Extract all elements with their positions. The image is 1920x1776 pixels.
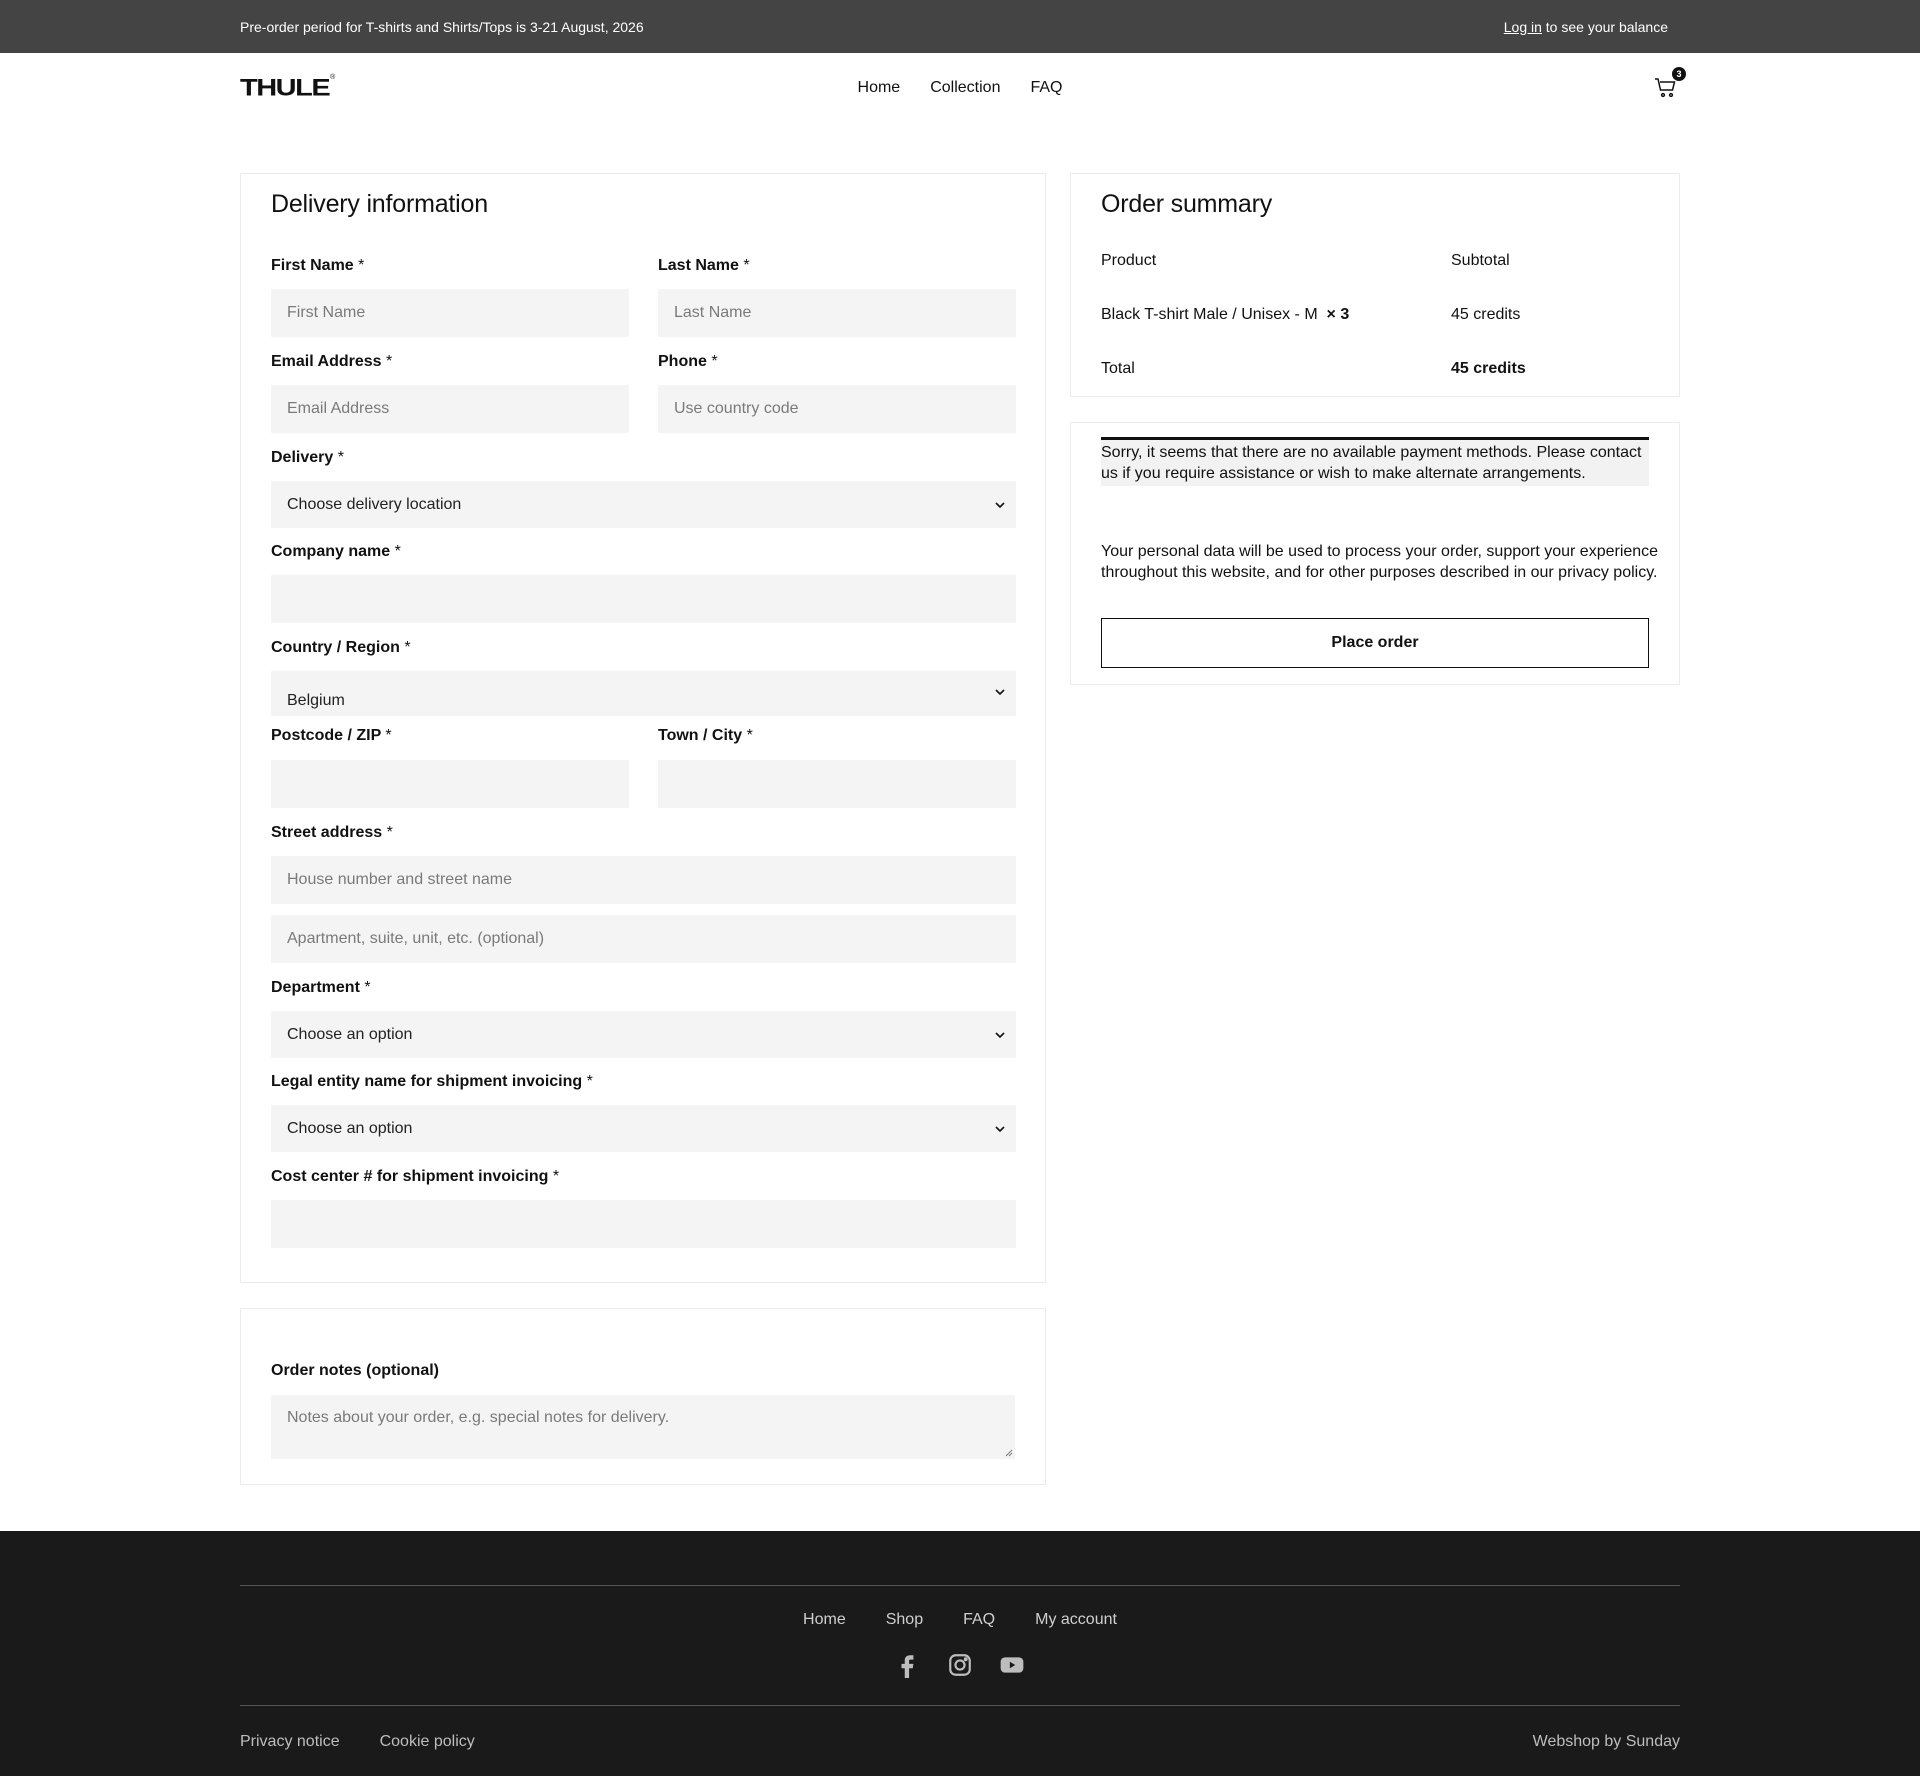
privacy-text: Your personal data will be used to proce… xyxy=(1101,543,1659,581)
privacy-notice-link[interactable]: Privacy notice xyxy=(240,1733,340,1751)
town-input[interactable] xyxy=(658,760,1016,808)
summary-total-label: Total xyxy=(1101,360,1135,377)
login-prompt: Log in to see your balance xyxy=(1504,19,1668,35)
legal-entity-select[interactable]: Choose an option xyxy=(271,1105,1016,1152)
summary-item-subtotal: 45 credits xyxy=(1451,306,1521,323)
chevron-down-icon xyxy=(995,501,1005,508)
summary-item-qty: × 3 xyxy=(1326,306,1350,323)
announcement-bar: Pre-order period for T-shirts and Shirts… xyxy=(0,0,1920,53)
company-name-input[interactable] xyxy=(271,575,1016,623)
no-payment-methods-notice: Sorry, it seems that there are no availa… xyxy=(1101,437,1649,486)
first-name-label: First Name * xyxy=(271,257,365,274)
delivery-title: Delivery information xyxy=(271,190,488,218)
payment-card: Sorry, it seems that there are no availa… xyxy=(1070,422,1680,685)
summary-total-row: Total 45 credits xyxy=(1101,360,1649,378)
footer-link-home[interactable]: Home xyxy=(803,1611,846,1629)
checkout-main: Delivery information First Name * First … xyxy=(240,123,1680,1531)
cart-button[interactable]: 3 xyxy=(1654,67,1686,100)
phone-label: Phone * xyxy=(658,353,718,370)
order-summary-title: Order summary xyxy=(1101,190,1273,218)
nav-faq[interactable]: FAQ xyxy=(1030,79,1062,97)
footer-link-faq[interactable]: FAQ xyxy=(963,1611,995,1629)
legal-entity-value: Choose an option xyxy=(287,1119,413,1137)
delivery-information-card: Delivery information First Name * First … xyxy=(240,173,1046,1283)
footer-link-shop[interactable]: Shop xyxy=(886,1611,923,1629)
footer-nav: Home Shop FAQ My account xyxy=(240,1611,1680,1629)
announcement-text: Pre-order period for T-shirts and Shirts… xyxy=(240,18,644,35)
company-name-label: Company name * xyxy=(271,543,401,560)
postcode-label: Postcode / ZIP * xyxy=(271,727,392,744)
apartment-input[interactable]: Apartment, suite, unit, etc. (optional) xyxy=(271,915,1016,963)
email-label: Email Address * xyxy=(271,353,393,370)
first-name-input[interactable]: First Name xyxy=(271,289,629,337)
footer-link-my-account[interactable]: My account xyxy=(1035,1611,1117,1629)
order-notes-card: Order notes (optional) Notes about your … xyxy=(240,1308,1046,1485)
order-notes-placeholder: Notes about your order, e.g. special not… xyxy=(287,1409,670,1426)
cookie-policy-link[interactable]: Cookie policy xyxy=(380,1733,475,1751)
department-select[interactable]: Choose an option xyxy=(271,1011,1016,1058)
social-links xyxy=(240,1652,1680,1678)
site-header: THULE ® Home Collection FAQ 3 xyxy=(240,53,1686,123)
email-input[interactable]: Email Address xyxy=(271,385,629,433)
login-link[interactable]: Log in xyxy=(1504,19,1542,35)
order-notes-label: Order notes (optional) xyxy=(271,1362,439,1379)
facebook-icon[interactable] xyxy=(895,1652,921,1678)
logo-text: THULE xyxy=(240,74,331,101)
youtube-icon[interactable] xyxy=(999,1652,1025,1678)
summary-total-value: 45 credits xyxy=(1451,360,1526,377)
resize-handle-icon[interactable] xyxy=(1005,1449,1013,1457)
site-footer: Home Shop FAQ My account Privacy notice … xyxy=(0,1531,1920,1776)
last-name-label: Last Name * xyxy=(658,257,750,274)
cost-center-label: Cost center # for shipment invoicing * xyxy=(271,1168,560,1185)
department-value: Choose an option xyxy=(287,1025,413,1043)
delivery-location-select[interactable]: Choose delivery location xyxy=(271,481,1016,528)
country-value: Belgium xyxy=(287,692,345,709)
cart-count-badge: 3 xyxy=(1672,67,1686,81)
footer-bottom: Privacy notice Cookie policy Webshop by … xyxy=(240,1733,1680,1751)
summary-item: Black T-shirt Male / Unisex - M × 3 xyxy=(1101,306,1451,324)
summary-item-row: Black T-shirt Male / Unisex - M × 3 45 c… xyxy=(1101,306,1649,324)
webshop-credit[interactable]: Webshop by Sunday xyxy=(1533,1733,1680,1751)
street-address-input[interactable]: House number and street name xyxy=(271,856,1016,904)
summary-header-row: Product Subtotal xyxy=(1101,252,1649,270)
department-label: Department * xyxy=(271,979,371,996)
instagram-icon[interactable] xyxy=(947,1652,973,1678)
chevron-down-icon xyxy=(995,689,1005,696)
nav-home[interactable]: Home xyxy=(858,79,901,97)
delivery-location-value: Choose delivery location xyxy=(287,495,462,513)
footer-divider-bottom xyxy=(240,1705,1680,1706)
nav-collection[interactable]: Collection xyxy=(930,79,1000,97)
chevron-down-icon xyxy=(995,1031,1005,1038)
order-summary-card: Order summary Product Subtotal Black T-s… xyxy=(1070,173,1680,397)
logo-registered-mark: ® xyxy=(330,73,336,81)
cost-center-input[interactable] xyxy=(271,1200,1016,1248)
postcode-input[interactable] xyxy=(271,760,629,808)
last-name-input[interactable]: Last Name xyxy=(658,289,1016,337)
order-notes-textarea[interactable]: Notes about your order, e.g. special not… xyxy=(271,1395,1015,1459)
town-label: Town / City * xyxy=(658,727,753,744)
delivery-label: Delivery * xyxy=(271,449,344,466)
summary-item-name: Black T-shirt Male / Unisex - M xyxy=(1101,306,1318,323)
legal-entity-label: Legal entity name for shipment invoicing… xyxy=(271,1073,593,1090)
footer-divider-top xyxy=(240,1585,1680,1586)
chevron-down-icon xyxy=(995,1125,1005,1132)
country-label: Country / Region * xyxy=(271,639,411,656)
phone-input[interactable]: Use country code xyxy=(658,385,1016,433)
country-select[interactable]: Belgium xyxy=(271,671,1016,716)
login-suffix: to see your balance xyxy=(1541,18,1668,35)
street-address-label: Street address * xyxy=(271,824,393,841)
logo[interactable]: THULE ® xyxy=(240,72,335,105)
summary-col-product: Product xyxy=(1101,252,1157,269)
main-nav: Home Collection FAQ xyxy=(240,53,1680,123)
place-order-button[interactable]: Place order xyxy=(1101,618,1649,668)
summary-col-subtotal: Subtotal xyxy=(1451,252,1510,269)
